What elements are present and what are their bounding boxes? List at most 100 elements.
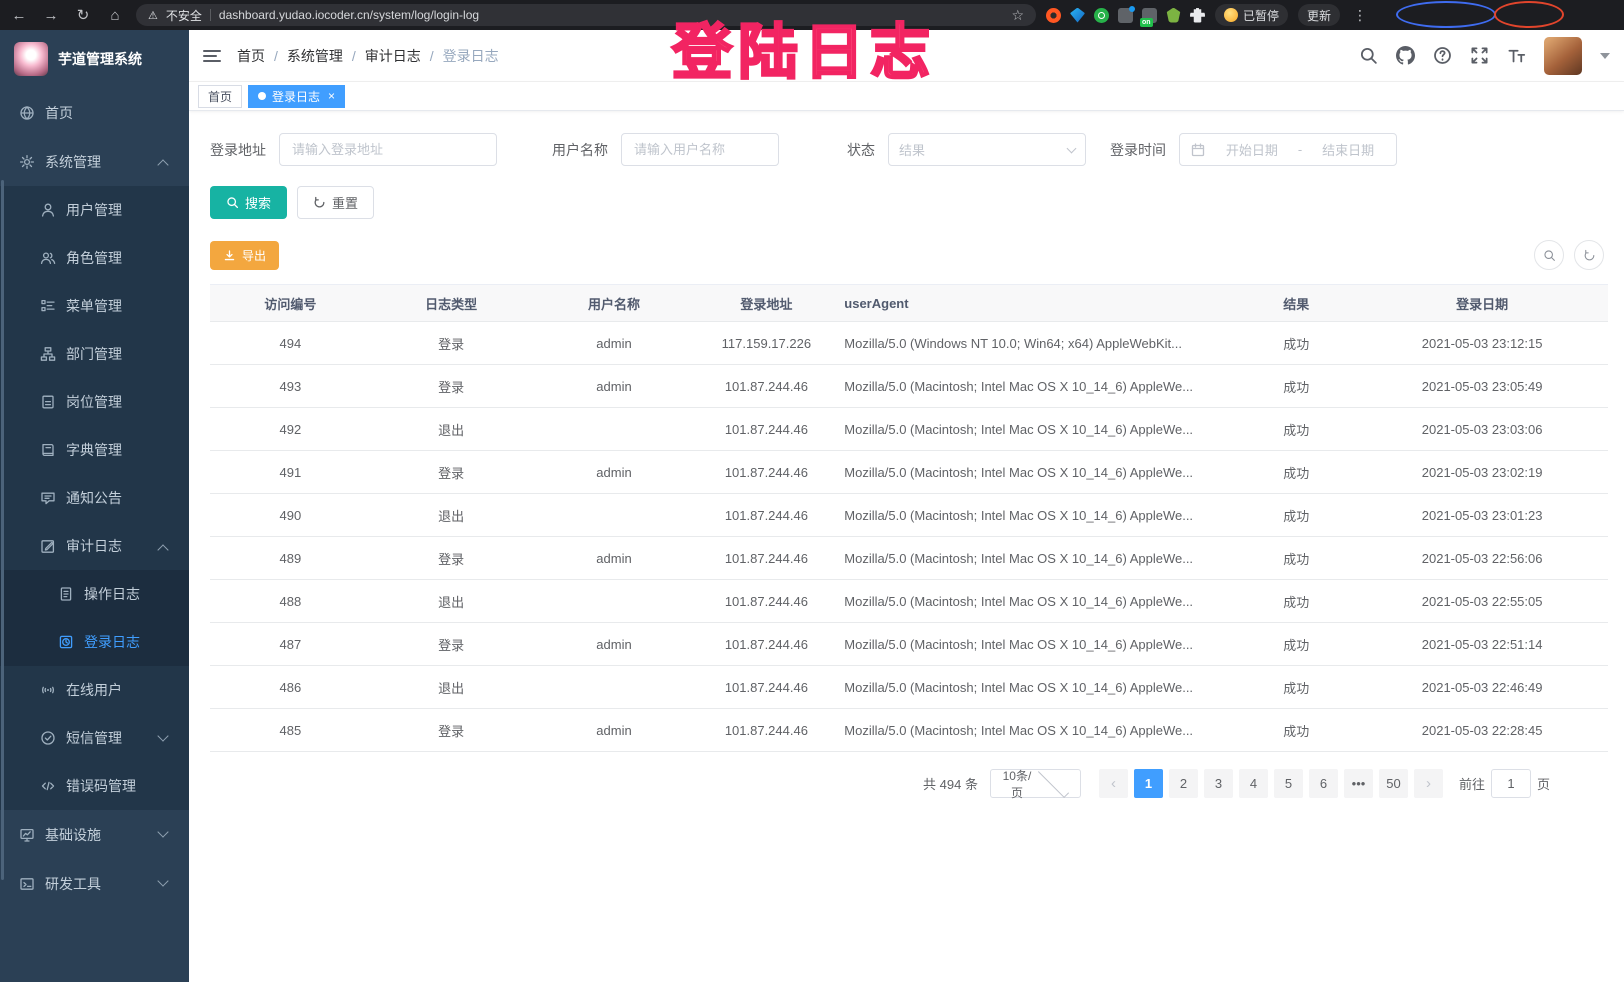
extension-icon[interactable] [1094,8,1109,23]
username-input[interactable] [621,133,779,166]
tag-登录日志[interactable]: 登录日志× [248,85,345,108]
page-button-50[interactable]: 50 [1379,769,1408,798]
hide-search-button[interactable] [1534,240,1564,270]
login-address-input[interactable] [279,133,497,166]
profile-paused-chip[interactable]: 已暂停 [1215,4,1288,26]
sidebar-item-岗位管理[interactable]: 岗位管理 [0,378,189,426]
user-avatar[interactable] [1544,37,1582,75]
page-button-4[interactable]: 4 [1239,769,1268,798]
sidebar-item-在线用户[interactable]: 在线用户 [0,666,189,714]
next-page-button[interactable]: › [1414,769,1443,798]
sidebar-item-label: 审计日志 [66,536,122,556]
app-logo-image [14,42,48,76]
tree-icon [40,346,56,362]
help-icon[interactable] [1433,46,1452,65]
date-end-placeholder: 结束日期 [1310,140,1386,159]
sidebar-item-菜单管理[interactable]: 菜单管理 [0,282,189,330]
date-start-placeholder: 开始日期 [1214,140,1290,159]
page-button-6[interactable]: 6 [1309,769,1338,798]
browser-menu-icon[interactable]: ⋮ [1350,7,1370,24]
search-icon [226,196,239,209]
sidebar-item-字典管理[interactable]: 字典管理 [0,426,189,474]
top-navbar: 首页/系统管理/审计日志/登录日志 [189,30,1624,82]
profile-avatar-icon [1224,8,1238,22]
font-size-icon[interactable] [1507,46,1526,65]
table-cell: 489 [210,551,371,566]
sidebar-item-角色管理[interactable]: 角色管理 [0,234,189,282]
extension-icon[interactable] [1046,8,1061,23]
breadcrumb-item[interactable]: 首页 [237,46,265,66]
table-column-header: 登录日期 [1356,294,1608,313]
page-button-1[interactable]: 1 [1134,769,1163,798]
browser-forward-icon[interactable]: → [40,7,62,24]
page-ellipsis-button[interactable]: ••• [1344,769,1373,798]
page-button-3[interactable]: 3 [1204,769,1233,798]
sidebar-item-研发工具[interactable]: 研发工具 [0,859,189,908]
refresh-table-button[interactable] [1574,240,1604,270]
table-cell: admin [532,637,697,652]
reset-button[interactable]: 重置 [297,186,374,219]
page-button-2[interactable]: 2 [1169,769,1198,798]
sidebar-item-通知公告[interactable]: 通知公告 [0,474,189,522]
sidebar-item-系统管理[interactable]: 系统管理 [0,137,189,186]
status-select[interactable]: 结果 [888,133,1086,166]
table-cell: 成功 [1236,678,1356,697]
sidebar-item-错误码管理[interactable]: 错误码管理 [0,762,189,810]
browser-home-icon[interactable]: ⌂ [104,7,126,24]
sidebar-item-审计日志[interactable]: 审计日志 [0,522,189,570]
prev-page-button[interactable]: ‹ [1099,769,1128,798]
hamburger-icon[interactable] [203,47,221,65]
page-button-5[interactable]: 5 [1274,769,1303,798]
table-cell: 成功 [1236,721,1356,740]
sidebar-item-登录日志[interactable]: 登录日志 [0,618,189,666]
address-bar[interactable]: ⚠ 不安全 dashboard.yudao.iocoder.cn/system/… [136,4,1036,26]
login-time-range-picker[interactable]: 开始日期 - 结束日期 [1179,133,1397,166]
app-logo[interactable]: 芋道管理系统 [0,30,189,88]
extension-icon[interactable] [1070,8,1085,23]
reset-button-label: 重置 [332,193,358,212]
goto-page-input[interactable] [1491,769,1531,798]
extension-icon[interactable] [1166,8,1181,23]
sidebar-item-首页[interactable]: 首页 [0,88,189,137]
sidebar-item-用户管理[interactable]: 用户管理 [0,186,189,234]
extension-icon[interactable] [1118,8,1133,23]
chevron-down-icon [157,730,168,741]
export-button[interactable]: 导出 [210,241,279,270]
chrome-update-button[interactable]: 更新 [1298,4,1340,26]
bookmark-star-icon[interactable]: ☆ [1011,7,1024,24]
goto-label: 前往 [1459,774,1485,793]
github-icon[interactable] [1396,46,1415,65]
browser-back-icon[interactable]: ← [8,7,30,24]
sidebar-item-label: 登录日志 [84,632,140,652]
sidebar-item-label: 操作日志 [84,584,140,604]
fullscreen-icon[interactable] [1470,46,1489,65]
page-size-select[interactable]: 10条/页 [990,769,1081,798]
search-icon[interactable] [1359,46,1378,65]
breadcrumb-item[interactable]: 系统管理 [287,46,343,66]
puzzle-extensions-icon[interactable] [1190,8,1205,23]
sidebar-item-label: 研发工具 [45,874,101,894]
sidebar-item-基础设施[interactable]: 基础设施 [0,810,189,859]
date-separator: - [1298,142,1302,157]
table-body: 494登录admin117.159.17.226Mozilla/5.0 (Win… [210,322,1608,752]
search-button[interactable]: 搜索 [210,186,287,219]
table-cell: 2021-05-03 23:12:15 [1356,336,1608,351]
username-label: 用户名称 [552,140,608,160]
sidebar-item-label: 岗位管理 [66,392,122,412]
tag-首页[interactable]: 首页 [198,85,242,108]
chevron-down-icon[interactable] [1600,53,1610,59]
code-icon [40,778,56,794]
sidebar-item-操作日志[interactable]: 操作日志 [0,570,189,618]
table-cell: 2021-05-03 22:51:14 [1356,637,1608,652]
sidebar-item-label: 首页 [45,103,73,123]
refresh-icon [1583,249,1596,262]
table-cell: 退出 [371,506,532,525]
extension-icon[interactable]: on [1142,8,1157,23]
breadcrumb-item[interactable]: 审计日志 [365,46,421,66]
sidebar-item-部门管理[interactable]: 部门管理 [0,330,189,378]
sidebar-item-短信管理[interactable]: 短信管理 [0,714,189,762]
tag-close-icon[interactable]: × [328,90,335,102]
table-column-header: 登录地址 [696,294,836,313]
sidebar-scrollbar[interactable] [1,180,4,880]
browser-reload-icon[interactable]: ↻ [72,6,94,24]
